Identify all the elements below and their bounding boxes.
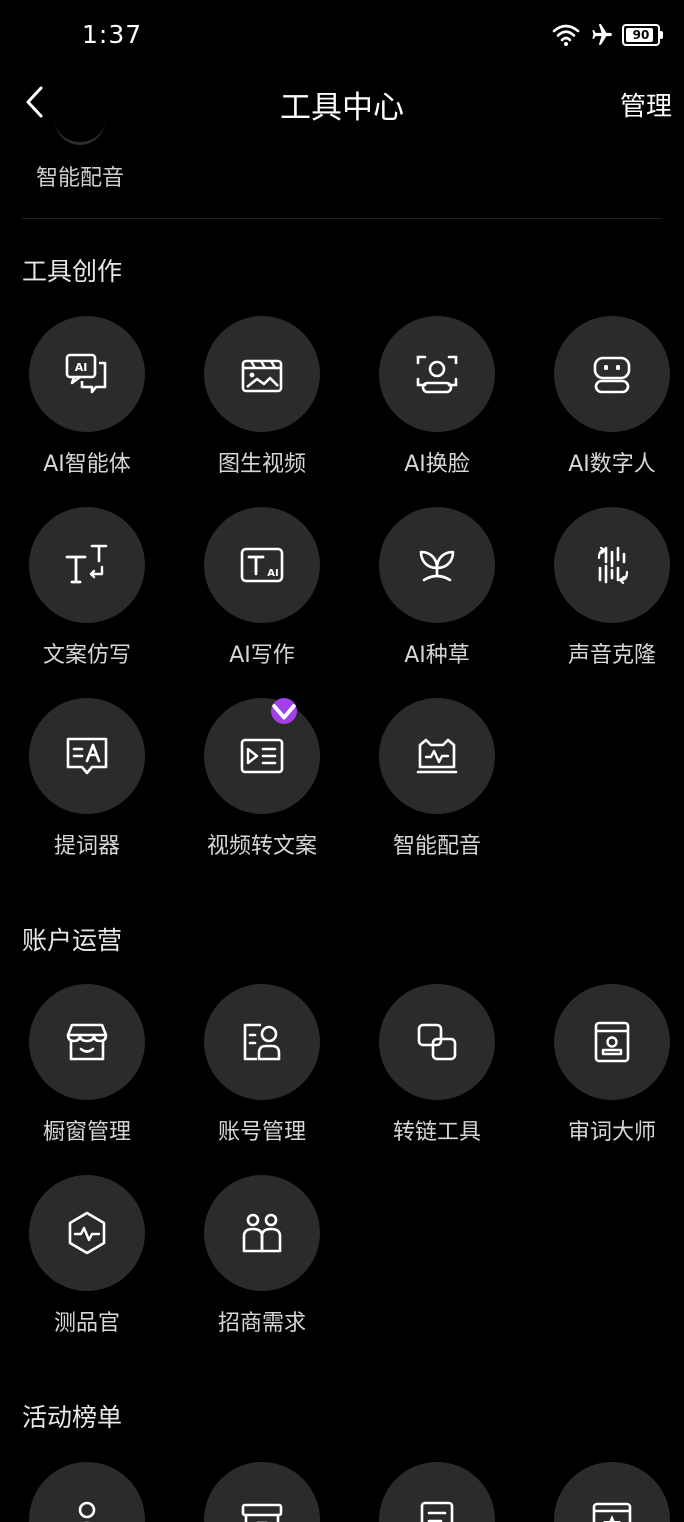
tool-circle xyxy=(554,1462,670,1522)
tool-circle xyxy=(29,698,145,814)
tool-label: AI智能体 xyxy=(43,452,131,477)
tool-label: 智能配音 xyxy=(392,834,481,859)
ai-chat-icon: AI xyxy=(65,353,107,394)
tool-circle xyxy=(554,507,670,623)
tool-label: AI换脸 xyxy=(404,452,470,477)
ai-write-icon: AI xyxy=(240,547,284,583)
tool-ai-digital-human[interactable]: AI数字人 xyxy=(525,316,684,486)
battery-text: 90 xyxy=(632,28,650,42)
activity-item-person[interactable] xyxy=(0,1462,174,1522)
voice-clone-icon xyxy=(597,546,629,585)
tool-label: 账号管理 xyxy=(217,1120,306,1145)
tool-circle xyxy=(29,1175,145,1291)
tool-smart-dubbing[interactable]: 智能配音 xyxy=(350,698,524,868)
robot-icon xyxy=(593,356,631,394)
battery-icon: 90 xyxy=(622,24,663,46)
section-title-account: 账户运营 xyxy=(22,926,123,955)
tool-ai-face-swap[interactable]: AI换脸 xyxy=(350,316,524,486)
tool-ai-agent[interactable]: AI AI智能体 xyxy=(0,316,174,486)
activity-item-document[interactable] xyxy=(350,1462,524,1522)
tool-circle xyxy=(379,1462,495,1522)
tool-label: 图生视频 xyxy=(217,452,306,477)
previous-tool-circle xyxy=(55,112,105,145)
tool-circle xyxy=(204,1462,320,1522)
tool-label: 声音克隆 xyxy=(567,643,656,668)
sprout-icon xyxy=(419,550,455,582)
tool-label: 橱窗管理 xyxy=(42,1120,131,1145)
wifi-icon xyxy=(552,24,580,46)
vip-diamond-icon xyxy=(271,698,297,724)
svg-text:AI: AI xyxy=(267,568,278,579)
tool-circle xyxy=(379,507,495,623)
tool-ai-writing[interactable]: AI AI写作 xyxy=(175,507,349,677)
account-icon xyxy=(243,1023,281,1061)
merchants-icon xyxy=(242,1213,282,1253)
storefront-icon xyxy=(66,1023,108,1061)
tool-circle xyxy=(379,698,495,814)
tool-label: 文案仿写 xyxy=(42,643,131,668)
tool-copy-rewrite[interactable]: 文案仿写 xyxy=(0,507,174,677)
previous-tool-item[interactable]: 智能配音 xyxy=(0,140,160,200)
teleprompter-icon xyxy=(66,737,108,775)
person-icon xyxy=(78,1501,96,1522)
activity-item-box[interactable] xyxy=(175,1462,349,1522)
tool-label: 审词大师 xyxy=(567,1120,656,1145)
battery-tip xyxy=(660,31,663,39)
tool-label: 视频转文案 xyxy=(206,834,317,859)
activity-item-star-board[interactable] xyxy=(525,1462,684,1522)
tool-image-to-video[interactable]: 图生视频 xyxy=(175,316,349,486)
tool-merchant-needs[interactable]: 招商需求 xyxy=(175,1175,349,1345)
status-icons: 90 xyxy=(552,20,663,50)
tool-label: 提词器 xyxy=(53,834,120,859)
tool-label: 测品官 xyxy=(53,1311,120,1336)
text-rewrite-icon xyxy=(65,544,108,584)
tool-label: AI种草 xyxy=(404,643,470,668)
section-title-tools: 工具创作 xyxy=(22,257,123,286)
status-bar: 1:37 90 xyxy=(0,0,684,70)
dubbing-icon xyxy=(416,738,458,774)
section-title-activity: 活动榜单 xyxy=(22,1403,123,1432)
tool-label: 招商需求 xyxy=(217,1311,306,1336)
link-convert-icon xyxy=(417,1023,457,1061)
image-video-icon xyxy=(241,359,283,393)
tool-circle xyxy=(379,984,495,1100)
video-to-text-icon xyxy=(240,738,284,774)
tool-circle xyxy=(204,698,320,814)
tool-circle xyxy=(554,316,670,432)
tool-circle xyxy=(204,316,320,432)
tool-circle xyxy=(204,1175,320,1291)
tool-circle xyxy=(29,984,145,1100)
status-time: 1:37 xyxy=(82,20,143,49)
word-check-icon xyxy=(594,1021,630,1063)
tool-label: AI数字人 xyxy=(568,452,656,477)
previous-tool-label: 智能配音 xyxy=(35,166,124,191)
tool-circle xyxy=(379,316,495,432)
star-board-icon xyxy=(592,1502,632,1522)
tool-voice-clone[interactable]: 声音克隆 xyxy=(525,507,684,677)
tool-account-manage[interactable]: 账号管理 xyxy=(175,984,349,1154)
tool-teleprompter[interactable]: 提词器 xyxy=(0,698,174,868)
document-icon xyxy=(420,1501,454,1522)
airplane-icon xyxy=(592,24,612,45)
manage-button[interactable]: 管理 xyxy=(620,86,672,123)
product-test-icon xyxy=(68,1211,106,1255)
tool-label: AI写作 xyxy=(229,643,295,668)
tool-circle: AI xyxy=(29,316,145,432)
tool-circle: AI xyxy=(204,507,320,623)
tool-video-to-text[interactable]: 视频转文案 xyxy=(175,698,349,868)
tool-product-tester[interactable]: 测品官 xyxy=(0,1175,174,1345)
tool-circle xyxy=(29,507,145,623)
tool-word-check[interactable]: 审词大师 xyxy=(525,984,684,1154)
tool-label: 转链工具 xyxy=(392,1120,481,1145)
svg-text:AI: AI xyxy=(75,361,88,374)
tool-circle xyxy=(29,1462,145,1522)
tool-circle xyxy=(554,984,670,1100)
tool-ai-recommend[interactable]: AI种草 xyxy=(350,507,524,677)
tool-showcase-manage[interactable]: 橱窗管理 xyxy=(0,984,174,1154)
box-icon xyxy=(241,1503,283,1522)
divider xyxy=(22,218,662,219)
face-scan-icon xyxy=(416,355,458,394)
tool-circle xyxy=(204,984,320,1100)
tool-link-convert[interactable]: 转链工具 xyxy=(350,984,524,1154)
